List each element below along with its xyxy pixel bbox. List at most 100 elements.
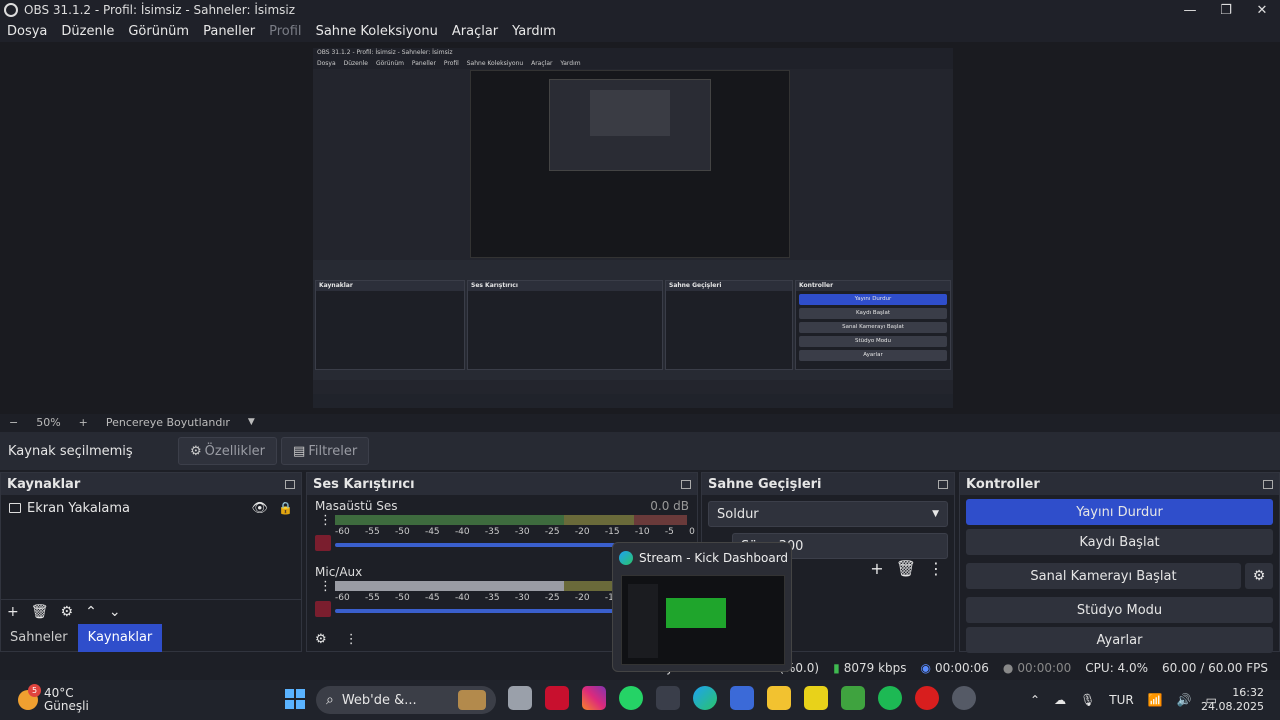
undock-icon[interactable] <box>938 479 948 489</box>
gear-icon[interactable]: ⚙ <box>61 604 74 620</box>
obs-logo-icon <box>4 3 18 17</box>
mute-button[interactable] <box>315 601 331 617</box>
taskbar-search[interactable]: ⌕ Web'de &... <box>316 686 496 714</box>
preview-canvas[interactable]: OBS 31.1.2 - Profil: İsimsiz - Sahneler:… <box>313 48 953 408</box>
source-name: Ekran Yakalama <box>27 500 131 516</box>
channel-header: Masaüstü Ses 0.0 dB <box>315 499 689 513</box>
chevron-up-icon[interactable]: ⌃ <box>85 604 97 620</box>
monitor-icon <box>9 503 21 513</box>
add-transition-icon[interactable]: + <box>870 559 883 578</box>
menu-docks[interactable]: Paneller <box>196 24 262 39</box>
more-options-icon[interactable]: ⋮ <box>319 579 332 594</box>
preview-studio-mode: Stüdyo Modu <box>799 336 947 347</box>
bitrate: 8079 kbps <box>843 661 907 675</box>
transition-select[interactable]: Soldur ▼ <box>708 501 948 527</box>
mixer-dock-header: Ses Karıştırıcı <box>307 473 697 495</box>
tick: -25 <box>544 593 560 603</box>
tab-sources[interactable]: Kaynaklar <box>77 624 163 652</box>
gear-icon[interactable]: ⚙ <box>315 632 327 647</box>
cloud-icon[interactable]: ☁ <box>1054 693 1066 707</box>
maximize-button[interactable]: ❐ <box>1208 3 1244 18</box>
studio-mode-button[interactable]: Stüdyo Modu <box>966 597 1273 623</box>
filters-button[interactable]: ▤ Filtreler <box>281 437 370 465</box>
mixer-title: Ses Karıştırıcı <box>313 476 415 492</box>
zoom-out-button[interactable]: − <box>9 416 18 429</box>
chevron-down-icon[interactable]: ⌄ <box>109 604 121 620</box>
more-options-icon[interactable]: ⋮ <box>928 559 944 578</box>
window-title: OBS 31.1.2 - Profil: İsimsiz - Sahneler:… <box>24 3 296 17</box>
wifi-icon[interactable]: 📶 <box>1148 693 1163 707</box>
netflix-icon[interactable] <box>545 686 569 710</box>
weather-widget[interactable]: 5 40°C Güneşli <box>18 684 89 713</box>
spotify-icon[interactable] <box>878 686 902 710</box>
add-source-icon[interactable]: + <box>7 604 19 620</box>
menu-file[interactable]: Dosya <box>0 24 54 39</box>
zed-icon[interactable] <box>804 686 828 710</box>
preview-controls-panel: Kontroller Yayını Durdur Kaydı Başlat Sa… <box>795 280 951 370</box>
taskbar-clock[interactable]: 16:32 24.08.2025 <box>1201 686 1264 714</box>
whatsapp-icon[interactable] <box>619 686 643 710</box>
transitions-toolbar: + 🗑 ⋮ <box>858 559 944 578</box>
store-icon[interactable] <box>730 686 754 710</box>
zoom-in-button[interactable]: + <box>79 416 88 429</box>
zoom-dropdown-icon[interactable]: ▼ <box>248 417 255 427</box>
trash-icon[interactable]: 🗑 <box>896 559 916 578</box>
mute-button[interactable] <box>315 535 331 551</box>
hp-icon[interactable] <box>656 686 680 710</box>
more-options-icon[interactable]: ⋮ <box>345 632 358 647</box>
source-toolbar: Kaynak seçilmemiş ⚙ Özellikler ▤ Filtrel… <box>0 432 1280 470</box>
properties-label: Özellikler <box>204 443 266 459</box>
menu-view[interactable]: Görünüm <box>121 24 196 39</box>
source-item[interactable]: Ekran Yakalama 👁 🔒 <box>1 495 301 521</box>
weather-condition: Güneşli <box>44 699 89 713</box>
preview-ctrl-head: Kontroller <box>796 281 950 291</box>
menu-help[interactable]: Yardım <box>505 24 563 39</box>
trash-icon[interactable]: 🗑 <box>31 604 49 620</box>
vcam-settings-icon[interactable]: ⚙ <box>1245 563 1273 589</box>
close-button[interactable]: ✕ <box>1244 3 1280 18</box>
menu-tools[interactable]: Araçlar <box>445 24 505 39</box>
minimize-button[interactable]: — <box>1172 3 1208 18</box>
minecraft-icon[interactable] <box>841 686 865 710</box>
tick: -15 <box>604 527 620 537</box>
menu-profile[interactable]: Profil <box>262 24 308 39</box>
popup-thumbnail[interactable] <box>621 575 785 665</box>
taskbar-preview-popup[interactable]: Stream - Kick Dashboard ve... <box>612 542 792 672</box>
speaker-icon[interactable]: 🔊 <box>1177 693 1192 707</box>
language-indicator[interactable]: TUR <box>1109 693 1133 707</box>
undock-icon[interactable] <box>1263 479 1273 489</box>
microphone-icon[interactable]: 🎙 <box>1080 693 1095 707</box>
dock-tabs: Sahneler Kaynaklar <box>0 624 163 652</box>
windows-start-icon[interactable] <box>285 689 305 709</box>
fit-to-window-label[interactable]: Pencereye Boyutlandır <box>106 416 230 429</box>
undock-icon[interactable] <box>681 479 691 489</box>
properties-button[interactable]: ⚙ Özellikler <box>178 437 278 465</box>
eye-icon[interactable]: 👁 <box>252 501 269 516</box>
menu-edit[interactable]: Düzenle <box>54 24 121 39</box>
tick: -35 <box>484 593 500 603</box>
undock-icon[interactable] <box>285 479 295 489</box>
more-options-icon[interactable]: ⋮ <box>319 513 332 528</box>
record-app-icon[interactable] <box>915 686 939 710</box>
preview-area[interactable]: OBS 31.1.2 - Profil: İsimsiz - Sahneler:… <box>0 42 1280 414</box>
menu-scene-collection[interactable]: Sahne Koleksiyonu <box>309 24 445 39</box>
task-view-icon[interactable] <box>508 686 532 710</box>
settings-button[interactable]: Ayarlar <box>966 627 1273 653</box>
preview-menu-item: Sahne Koleksiyonu <box>466 60 524 67</box>
preview-menu-item: Araçlar <box>531 60 553 67</box>
start-virtual-camera-button[interactable]: Sanal Kamerayı Başlat <box>966 563 1241 589</box>
chevron-up-icon[interactable]: ⌃ <box>1030 693 1040 707</box>
start-recording-button[interactable]: Kaydı Başlat <box>966 529 1273 555</box>
volume-slider[interactable] <box>335 543 615 547</box>
mixer-toolbar: ⚙ ⋮ <box>315 632 358 647</box>
volume-slider[interactable] <box>335 609 615 613</box>
lock-icon[interactable]: 🔒 <box>278 501 293 515</box>
obs-taskbar-icon[interactable] <box>952 686 976 710</box>
file-explorer-icon[interactable] <box>767 686 791 710</box>
stop-stream-button[interactable]: Yayını Durdur <box>966 499 1273 525</box>
instagram-icon[interactable] <box>582 686 606 710</box>
title-bar: OBS 31.1.2 - Profil: İsimsiz - Sahneler:… <box>0 0 1280 20</box>
sources-dock-header: Kaynaklar <box>1 473 301 495</box>
tab-scenes[interactable]: Sahneler <box>0 624 78 652</box>
edge-icon[interactable] <box>693 686 717 710</box>
